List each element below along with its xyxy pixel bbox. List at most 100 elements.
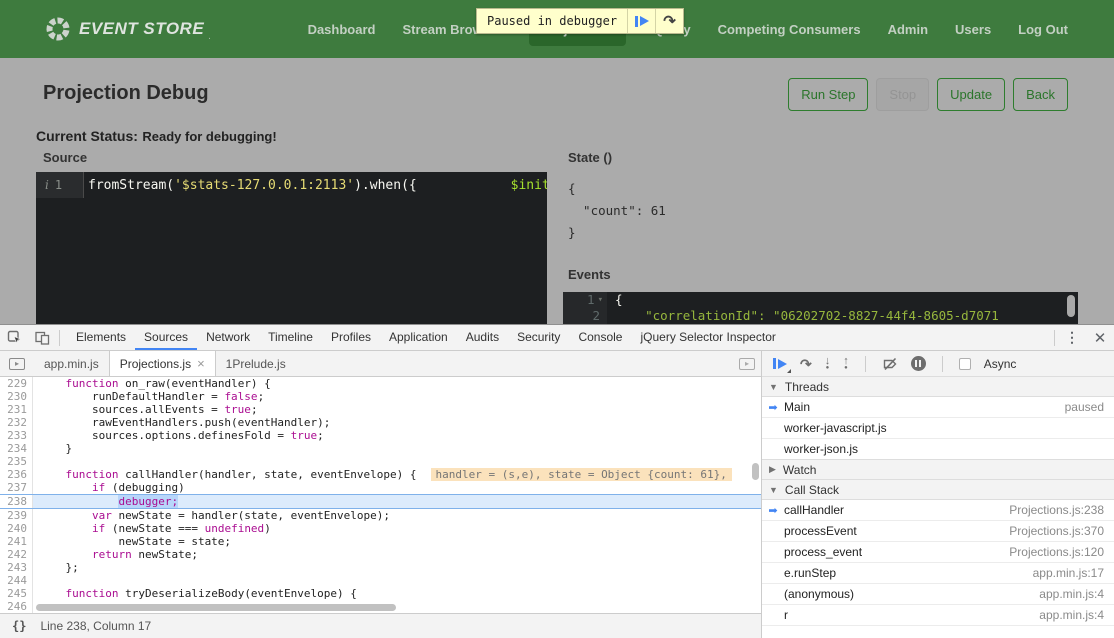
devtools-tab-timeline[interactable]: Timeline (259, 325, 322, 350)
deactivate-breakpoints-button[interactable] (882, 356, 898, 372)
token: } (39, 442, 72, 455)
code-pane[interactable]: 229 function on_raw(eventHandler) {230 r… (0, 377, 761, 613)
eventstore-logo[interactable]: EVENT STORE . (45, 16, 211, 42)
events-scrollbar-thumb[interactable] (1067, 295, 1075, 317)
call-stack-section-header[interactable]: ▼ Call Stack (762, 479, 1114, 500)
pretty-print-button[interactable]: {} (12, 619, 26, 633)
horizontal-scrollbar-thumb[interactable] (36, 604, 396, 611)
devtools-tab-application[interactable]: Application (380, 325, 457, 350)
line-number-229[interactable]: 229 (0, 377, 33, 390)
back-button[interactable]: Back (1013, 78, 1068, 111)
devtools-tab-network[interactable]: Network (197, 325, 259, 350)
code-line-245[interactable]: 245 function tryDeserializeBody(eventEnv… (0, 587, 761, 600)
update-button[interactable]: Update (937, 78, 1005, 111)
file-tab-projections-js[interactable]: Projections.js× (109, 351, 216, 376)
step-over-button[interactable]: ↷ (800, 357, 812, 371)
code-line-243[interactable]: 243 }; (0, 561, 761, 574)
nav-item-admin[interactable]: Admin (888, 22, 928, 37)
code-line-237[interactable]: 237 if (debugging) (0, 481, 761, 494)
line-number-239[interactable]: 239 (0, 509, 33, 522)
watch-section-header[interactable]: ▶ Watch (762, 459, 1114, 480)
line-number-245[interactable]: 245 (0, 587, 33, 600)
call-stack-frame-processevent[interactable]: processEventProjections.js:370 (762, 521, 1114, 542)
code-line-239[interactable]: 239 var newState = handler(state, eventE… (0, 509, 761, 522)
line-number-246[interactable]: 246 (0, 600, 33, 613)
vertical-scrollbar-thumb[interactable] (752, 463, 759, 480)
inspect-element-button[interactable] (0, 325, 28, 350)
line-number-233[interactable]: 233 (0, 429, 33, 442)
devtools-tab-audits[interactable]: Audits (457, 325, 508, 350)
step-into-button[interactable]: ↓● (825, 357, 831, 371)
device-toolbar-button[interactable] (28, 325, 56, 350)
nav-item-users[interactable]: Users (955, 22, 991, 37)
status-value: Ready for debugging! (142, 129, 276, 144)
threads-section-header[interactable]: ▼ Threads (762, 376, 1114, 397)
line-number-236[interactable]: 236 (0, 468, 33, 481)
call-stack-frame-e-runstep[interactable]: e.runStepapp.min.js:17 (762, 563, 1114, 584)
code-line-230[interactable]: 230 runDefaultHandler = false; (0, 390, 761, 403)
line-number-230[interactable]: 230 (0, 390, 33, 403)
code-line-232[interactable]: 232 rawEventHandlers.push(eventHandler); (0, 416, 761, 429)
events-editor[interactable]: 1▾ { 2 "correlationId": "06202702-8827-4… (563, 292, 1078, 324)
call-stack-frame-process-event[interactable]: process_eventProjections.js:120 (762, 542, 1114, 563)
nav-item-dashboard[interactable]: Dashboard (308, 22, 376, 37)
run-step-button[interactable]: Run Step (788, 78, 868, 111)
close-tab-icon[interactable]: × (197, 357, 205, 370)
file-tab-1prelude-js[interactable]: 1Prelude.js (216, 351, 296, 376)
line-number-232[interactable]: 232 (0, 416, 33, 429)
code-line-238[interactable]: 238 debugger; (0, 494, 761, 509)
line-number-237[interactable]: 237 (0, 481, 33, 494)
line-number-241[interactable]: 241 (0, 535, 33, 548)
nav-item-log-out[interactable]: Log Out (1018, 22, 1068, 37)
line-number-235[interactable]: 235 (0, 455, 33, 468)
nav-item-competing-consumers[interactable]: Competing Consumers (718, 22, 861, 37)
line-number-234[interactable]: 234 (0, 442, 33, 455)
call-stack-frame-anonymous[interactable]: (anonymous)app.min.js:4 (762, 584, 1114, 605)
code-line-244[interactable]: 244 (0, 574, 761, 587)
devtools-tab-profiles[interactable]: Profiles (322, 325, 380, 350)
thread-row-worker-javascript-js[interactable]: worker-javascript.js (762, 418, 1114, 439)
frame-function-name: callHandler (784, 503, 844, 517)
resume-button[interactable] (773, 358, 787, 369)
call-stack-frame-r[interactable]: rapp.min.js:4 (762, 605, 1114, 626)
close-devtools-button[interactable]: ✕ (1086, 325, 1114, 350)
code-line-229[interactable]: 229 function on_raw(eventHandler) { (0, 377, 761, 390)
fold-arrow-icon[interactable]: ▾ (598, 292, 603, 308)
overlay-step-over-button[interactable]: ↷ (656, 9, 683, 33)
tab-overflow-button[interactable]: ▸ (739, 358, 755, 370)
code-line-231[interactable]: 231 sources.allEvents = true; (0, 403, 761, 416)
code-line-234[interactable]: 234 } (0, 442, 761, 455)
line-number-231[interactable]: 231 (0, 403, 33, 416)
source-gutter[interactable]: i1 (36, 172, 84, 198)
line-number-243[interactable]: 243 (0, 561, 33, 574)
code-line-235[interactable]: 235 (0, 455, 761, 468)
code-line-242[interactable]: 242 return newState; (0, 548, 761, 561)
devtools-tab-elements[interactable]: Elements (67, 325, 135, 350)
call-stack-frame-callhandler[interactable]: ➡callHandlerProjections.js:238 (762, 500, 1114, 521)
code-line-236[interactable]: 236 function callHandler(handler, state,… (0, 468, 761, 481)
more-options-button[interactable]: ⋮ (1058, 325, 1086, 350)
line-number-238[interactable]: 238 (0, 495, 33, 508)
async-checkbox[interactable] (959, 358, 971, 370)
events-gutter[interactable]: 2 (563, 308, 607, 324)
code-text: sources.options.definesFold = true; (33, 429, 761, 442)
code-line-241[interactable]: 241 newState = state; (0, 535, 761, 548)
overlay-resume-button[interactable] (628, 9, 655, 33)
show-navigator-button[interactable]: ▸ (9, 358, 25, 370)
code-line-240[interactable]: 240 if (newState === undefined) (0, 522, 761, 535)
thread-row-main[interactable]: ➡Mainpaused (762, 397, 1114, 418)
thread-row-worker-json-js[interactable]: worker-json.js (762, 439, 1114, 460)
devtools-tab-jquery-selector-inspector[interactable]: jQuery Selector Inspector (631, 325, 784, 350)
line-number-240[interactable]: 240 (0, 522, 33, 535)
line-number-242[interactable]: 242 (0, 548, 33, 561)
devtools-tab-sources[interactable]: Sources (135, 325, 197, 350)
line-number-244[interactable]: 244 (0, 574, 33, 587)
events-gutter[interactable]: 1▾ (563, 292, 607, 308)
devtools-tab-console[interactable]: Console (569, 325, 631, 350)
step-out-button[interactable]: ↑● (843, 357, 849, 371)
code-line-233[interactable]: 233 sources.options.definesFold = true; (0, 429, 761, 442)
pause-on-exceptions-button[interactable] (911, 356, 926, 371)
devtools-tab-security[interactable]: Security (508, 325, 569, 350)
source-editor[interactable]: i1 fromStream('$stats-127.0.0.1:2113').w… (36, 172, 547, 324)
file-tab-app-min-js[interactable]: app.min.js (34, 351, 109, 376)
